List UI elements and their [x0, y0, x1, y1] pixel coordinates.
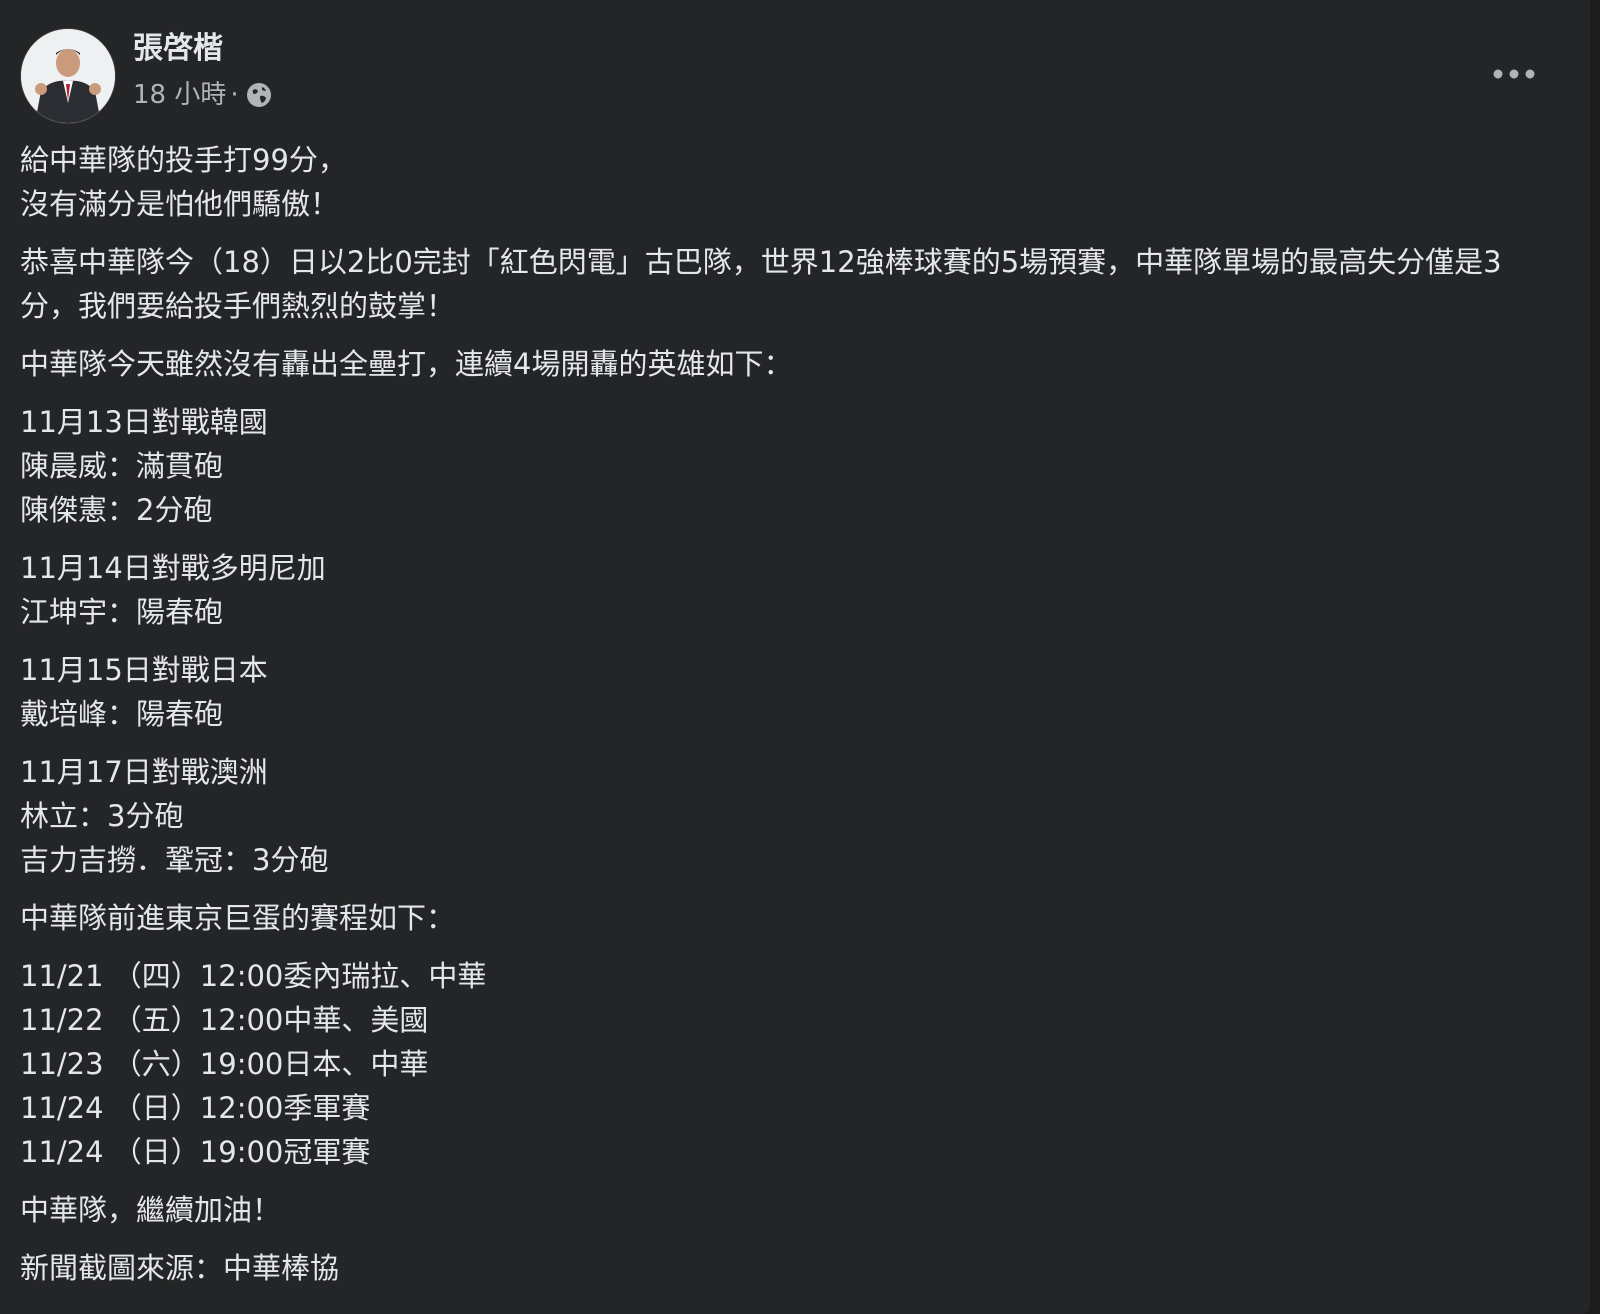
game-korea: 11月13日對戰韓國 陳晨威：滿貫砲 陳傑憲：2分砲 [20, 400, 1540, 532]
more-options-button[interactable] [1486, 52, 1542, 96]
homerun-entry: 吉力吉撈．鞏冠：3分砲 [20, 843, 329, 877]
homerun-entry: 林立：3分砲 [20, 799, 184, 833]
homerun-entry: 江坤宇：陽春砲 [20, 595, 224, 629]
schedule-item: 11/21 （四）12:00委內瑞拉、中華 [20, 959, 487, 993]
post-time[interactable]: 18 小時 [133, 78, 226, 112]
game-date: 11月13日對戰韓國 [20, 405, 268, 439]
schedule-item: 11/23 （六）19:00日本、中華 [20, 1047, 429, 1081]
person-icon [21, 29, 115, 123]
game-australia: 11月17日對戰澳洲 林立：3分砲 吉力吉撈．鞏冠：3分砲 [20, 750, 1540, 882]
homerun-entry: 戴培峰：陽春砲 [20, 697, 224, 731]
text-line: 給中華隊的投手打99分， [20, 143, 347, 177]
paragraph-intro: 給中華隊的投手打99分， 沒有滿分是怕他們驕傲！ [20, 138, 1540, 226]
schedule-item: 11/24 （日）19:00冠軍賽 [20, 1135, 371, 1169]
text-line: 沒有滿分是怕他們驕傲！ [20, 187, 340, 221]
paragraph-cheer: 中華隊，繼續加油！ [20, 1193, 282, 1227]
avatar[interactable] [20, 28, 116, 124]
globe-icon [246, 83, 271, 107]
paragraph-source: 新聞截圖來源：中華棒協 [20, 1251, 340, 1285]
meta-separator: · [230, 80, 239, 110]
paragraph-heroes-intro: 中華隊今天雖然沒有轟出全壘打，連續4場開轟的英雄如下： [20, 347, 793, 381]
post-card: 張啓楷 18 小時 · 給中華隊的投手打99分， 沒有滿分是怕他們驕傲！ 恭喜中… [0, 0, 1590, 1314]
more-options-icon [1493, 69, 1535, 79]
post-meta: 18 小時 · [133, 78, 273, 112]
homerun-entry: 陳傑憲：2分砲 [20, 493, 213, 527]
game-dominican: 11月14日對戰多明尼加 江坤宇：陽春砲 [20, 546, 1540, 634]
paragraph-schedule-intro: 中華隊前進東京巨蛋的賽程如下： [20, 901, 456, 935]
schedule-item: 11/22 （五）12:00中華、美國 [20, 1003, 429, 1037]
post-header: 張啓楷 18 小時 · [20, 28, 1560, 124]
author-name[interactable]: 張啓楷 [133, 30, 223, 68]
schedule-list: 11/21 （四）12:00委內瑞拉、中華 11/22 （五）12:00中華、美… [20, 954, 1540, 1174]
paragraph-congrats: 恭喜中華隊今（18）日以2比0完封「紅色閃電」古巴隊，世界12強棒球賽的5場預賽… [20, 245, 1502, 323]
game-date: 11月17日對戰澳洲 [20, 755, 268, 789]
homerun-entry: 陳晨威：滿貫砲 [20, 449, 224, 483]
game-date: 11月14日對戰多明尼加 [20, 551, 326, 585]
game-date: 11月15日對戰日本 [20, 653, 268, 687]
game-japan: 11月15日對戰日本 戴培峰：陽春砲 [20, 648, 1540, 736]
post-text: 給中華隊的投手打99分， 沒有滿分是怕他們驕傲！ 恭喜中華隊今（18）日以2比0… [20, 138, 1540, 1304]
schedule-item: 11/24 （日）12:00季軍賽 [20, 1091, 371, 1125]
